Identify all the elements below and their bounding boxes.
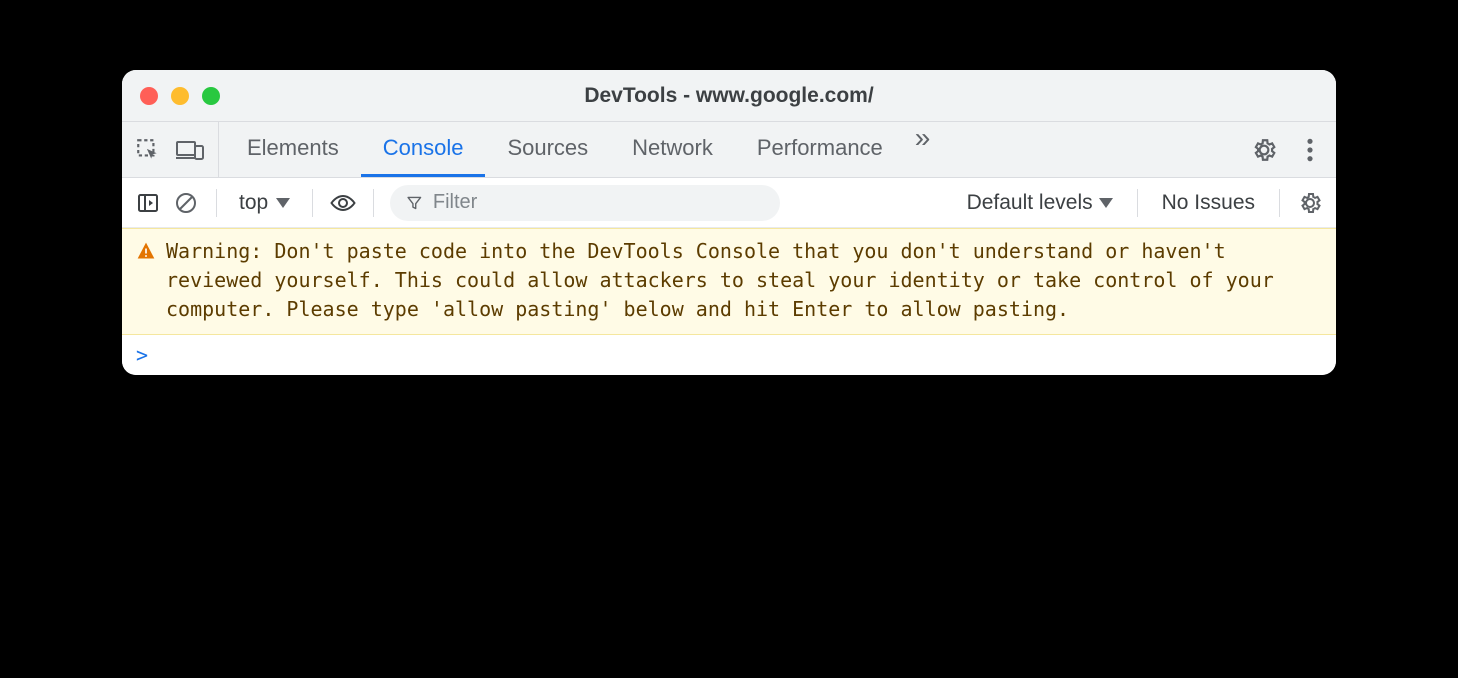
issues-button[interactable]: No Issues <box>1154 191 1263 215</box>
window-title: DevTools - www.google.com/ <box>122 84 1336 108</box>
more-tabs-button[interactable]: » <box>905 122 941 177</box>
tab-network[interactable]: Network <box>610 122 735 177</box>
tabbar-tools <box>134 122 219 177</box>
device-toggle-icon[interactable] <box>176 136 204 164</box>
warning-text: Warning: Don't paste code into the DevTo… <box>166 237 1322 324</box>
live-expression-icon[interactable] <box>329 189 357 217</box>
filter-icon <box>406 194 423 212</box>
tab-sources[interactable]: Sources <box>485 122 610 177</box>
console-settings-icon[interactable] <box>1296 189 1324 217</box>
toolbar-divider <box>1279 189 1280 217</box>
context-label: top <box>239 191 268 215</box>
toolbar-divider <box>216 189 217 217</box>
panel-tabs: Elements Console Sources Network Perform… <box>225 122 1236 177</box>
kebab-menu-icon[interactable] <box>1296 136 1324 164</box>
caret-down-icon <box>276 198 290 208</box>
console-body: Warning: Don't paste code into the DevTo… <box>122 228 1336 375</box>
traffic-lights <box>140 87 220 105</box>
toolbar-divider <box>312 189 313 217</box>
console-toolbar: top Default levels No Issues <box>122 178 1336 228</box>
context-selector[interactable]: top <box>233 191 296 215</box>
warning-icon <box>136 241 156 261</box>
tab-elements[interactable]: Elements <box>225 122 361 177</box>
devtools-window: DevTools - www.google.com/ Elements Cons… <box>122 70 1336 375</box>
caret-down-icon <box>1099 198 1113 208</box>
filter-box[interactable] <box>390 185 780 221</box>
window-minimize-button[interactable] <box>171 87 189 105</box>
inspect-element-icon[interactable] <box>134 136 162 164</box>
titlebar: DevTools - www.google.com/ <box>122 70 1336 122</box>
console-input[interactable] <box>158 343 1322 367</box>
toolbar-divider <box>373 189 374 217</box>
issues-label: No Issues <box>1162 191 1255 214</box>
prompt-marker-icon: > <box>136 343 148 367</box>
window-zoom-button[interactable] <box>202 87 220 105</box>
tab-console[interactable]: Console <box>361 122 486 177</box>
window-close-button[interactable] <box>140 87 158 105</box>
tabbar: Elements Console Sources Network Perform… <box>122 122 1336 178</box>
console-warning-message: Warning: Don't paste code into the DevTo… <box>122 228 1336 335</box>
log-levels-label: Default levels <box>967 191 1093 215</box>
tab-performance[interactable]: Performance <box>735 122 905 177</box>
toolbar-divider <box>1137 189 1138 217</box>
log-levels-selector[interactable]: Default levels <box>959 191 1121 215</box>
clear-console-icon[interactable] <box>172 189 200 217</box>
console-sidebar-toggle-icon[interactable] <box>134 189 162 217</box>
tabbar-right <box>1236 122 1324 177</box>
console-prompt-row[interactable]: > <box>122 335 1336 375</box>
settings-icon[interactable] <box>1250 136 1278 164</box>
filter-input[interactable] <box>433 191 764 214</box>
